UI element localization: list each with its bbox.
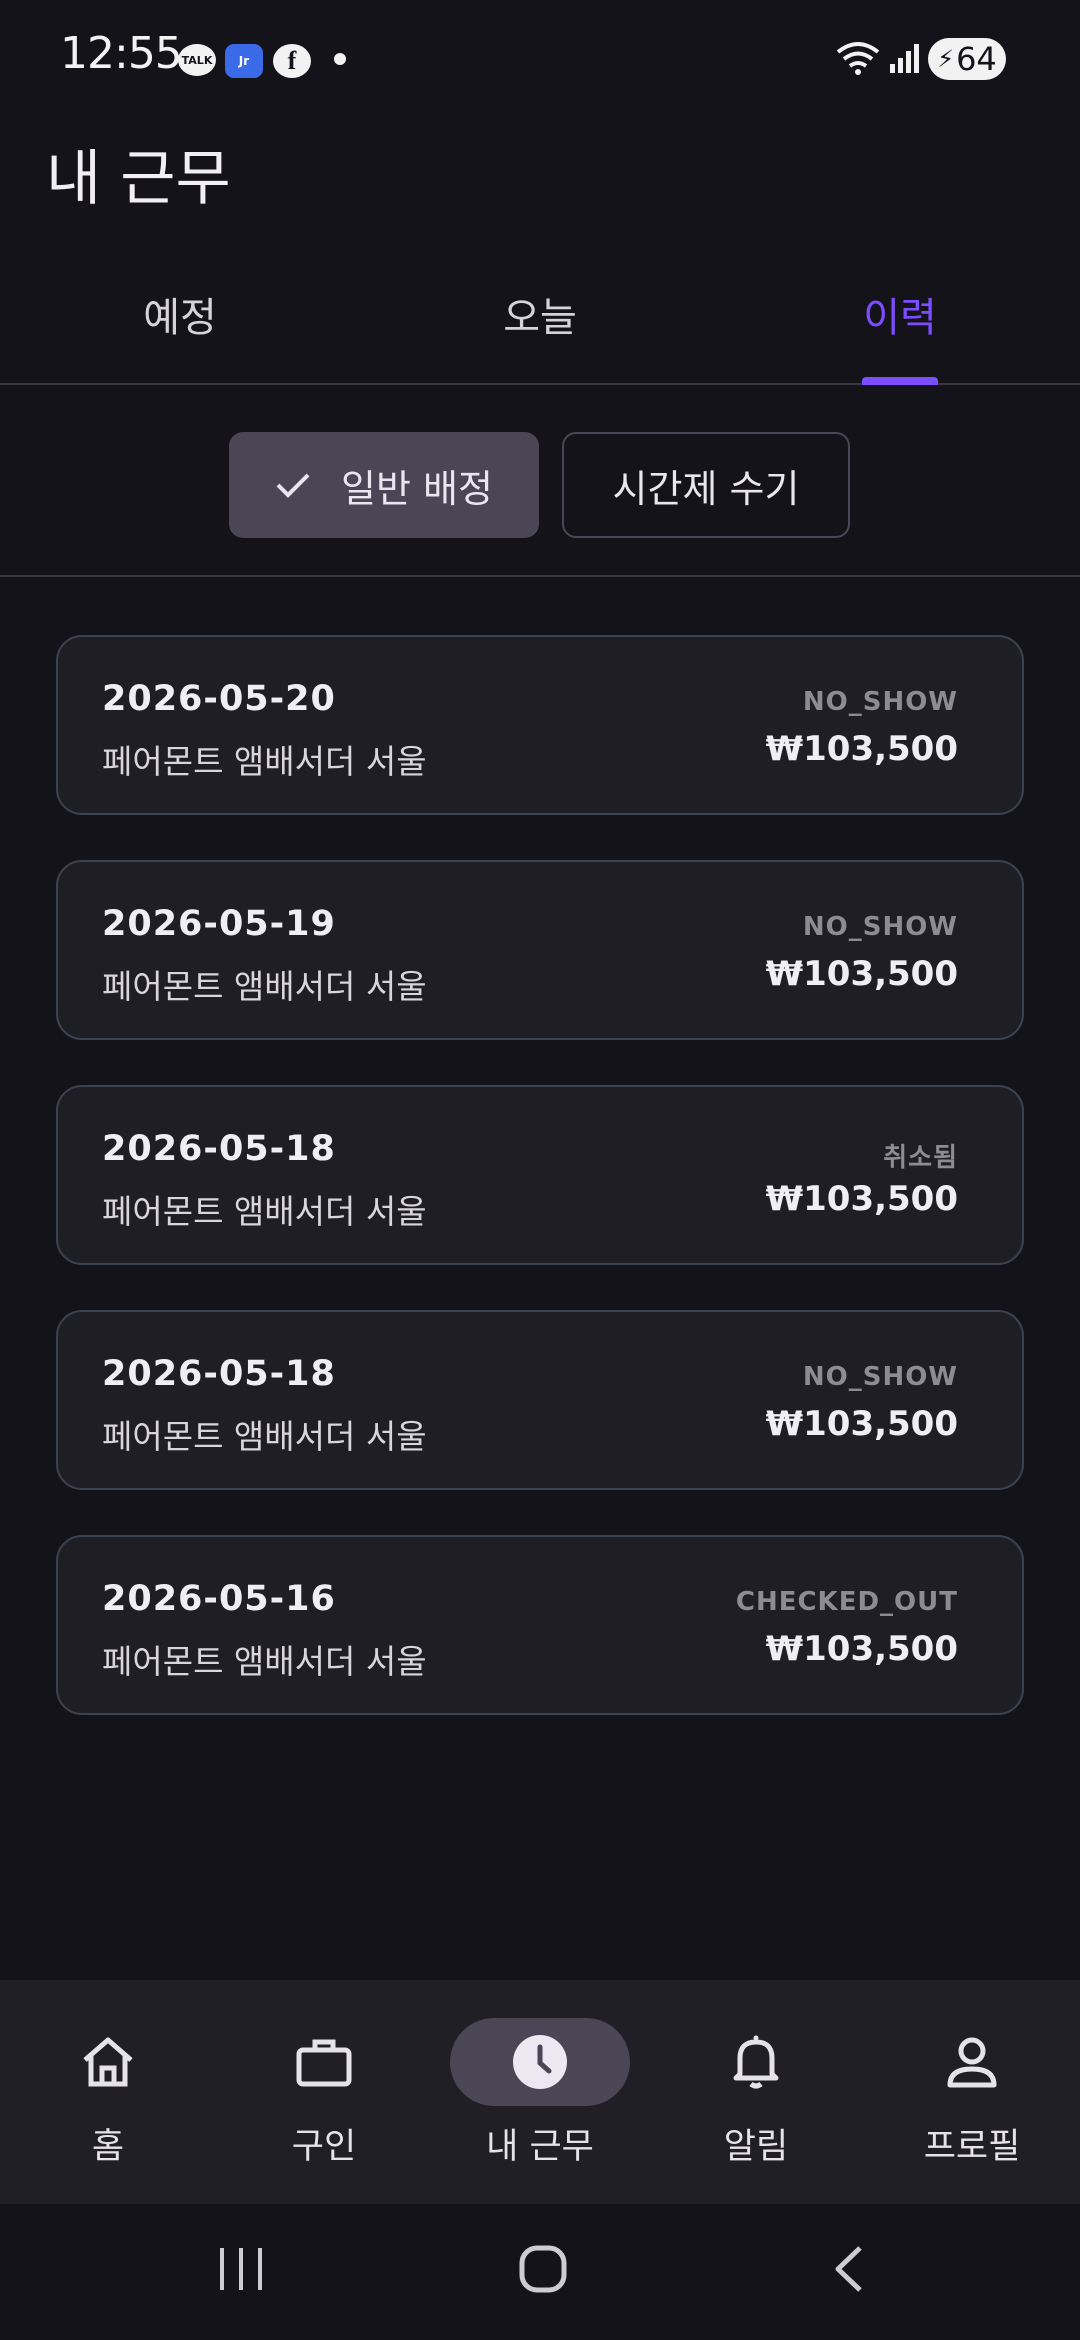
card-status: NO_SHOW bbox=[802, 1362, 958, 1392]
card-venue: 페어몬트 앰배서더 서울 bbox=[102, 742, 427, 781]
card-status: NO_SHOW bbox=[802, 687, 958, 717]
assignment-type-filter: 일반 배정 시간제 수기 bbox=[0, 385, 1080, 577]
check-icon bbox=[276, 473, 310, 498]
nav-home-pill bbox=[18, 2018, 198, 2106]
card-venue: 페어몬트 앰배서더 서울 bbox=[102, 1642, 427, 1681]
card-status: CHECKED_OUT bbox=[735, 1587, 958, 1617]
facebook-icon: f bbox=[273, 44, 311, 78]
battery-level: 64 bbox=[956, 40, 997, 78]
wifi-icon bbox=[836, 42, 880, 75]
nav-notifications-label: 알림 bbox=[723, 2127, 789, 2167]
history-card[interactable]: 2026-05-19 페어몬트 앰배서더 서울 NO_SHOW ₩103,500 bbox=[56, 860, 1024, 1040]
nav-my-work-pill bbox=[450, 2018, 630, 2106]
regular-assignment-label: 일반 배정 bbox=[341, 466, 493, 511]
nav-profile-label: 프로필 bbox=[923, 2127, 1021, 2167]
card-venue: 페어몬트 앰배서더 서울 bbox=[102, 1192, 427, 1231]
bottom-navigation: 홈 구인 내 근무 알림 프로필 bbox=[0, 1980, 1080, 2204]
nav-my-work[interactable]: 내 근무 bbox=[432, 2018, 648, 2169]
card-date: 2026-05-16 bbox=[102, 1579, 336, 1619]
nav-jobs-pill bbox=[234, 2018, 414, 2106]
home-icon bbox=[83, 2037, 133, 2087]
recent-apps-icon[interactable] bbox=[216, 2244, 266, 2294]
hourly-manual-label: 시간제 수기 bbox=[612, 466, 800, 511]
battery-indicator: ⚡ 64 bbox=[928, 38, 1006, 80]
screen: 12:55 TALK Jr f ⚡ 64 내 근무 예정 오늘 이력 일반 배정… bbox=[0, 0, 1080, 2340]
kakaotalk-icon: TALK bbox=[178, 44, 216, 76]
home-button-icon[interactable] bbox=[518, 2244, 568, 2294]
card-amount: ₩103,500 bbox=[765, 1179, 958, 1219]
nav-profile[interactable]: 프로필 bbox=[864, 2018, 1080, 2169]
card-amount: ₩103,500 bbox=[765, 954, 958, 994]
hourly-manual-chip[interactable]: 시간제 수기 bbox=[562, 432, 850, 538]
card-status: NO_SHOW bbox=[802, 912, 958, 942]
clock-icon bbox=[513, 2035, 567, 2089]
nav-home-label: 홈 bbox=[91, 2127, 125, 2167]
app-notification-icon: Jr bbox=[225, 44, 263, 78]
card-amount: ₩103,500 bbox=[765, 1404, 958, 1444]
status-time: 12:55 bbox=[60, 28, 183, 79]
tab-scheduled[interactable]: 예정 bbox=[0, 285, 360, 343]
nav-home[interactable]: 홈 bbox=[0, 2018, 216, 2169]
tab-history[interactable]: 이력 bbox=[720, 285, 1080, 343]
nav-jobs-label: 구인 bbox=[291, 2127, 357, 2167]
tab-bar: 예정 오늘 이력 bbox=[0, 255, 1080, 385]
system-navigation-bar bbox=[0, 2204, 1080, 2340]
nav-my-work-label: 내 근무 bbox=[486, 2127, 594, 2167]
history-card[interactable]: 2026-05-20 페어몬트 앰배서더 서울 NO_SHOW ₩103,500 bbox=[56, 635, 1024, 815]
card-amount: ₩103,500 bbox=[765, 729, 958, 769]
history-card[interactable]: 2026-05-16 페어몬트 앰배서더 서울 CHECKED_OUT ₩103… bbox=[56, 1535, 1024, 1715]
nav-notifications[interactable]: 알림 bbox=[648, 2018, 864, 2169]
more-notifications-dot-icon bbox=[334, 53, 346, 65]
person-icon bbox=[947, 2037, 997, 2088]
signal-icon bbox=[890, 44, 919, 73]
card-date: 2026-05-18 bbox=[102, 1129, 336, 1169]
history-card[interactable]: 2026-05-18 페어몬트 앰배서더 서울 취소됨 ₩103,500 bbox=[56, 1085, 1024, 1265]
status-bar: 12:55 TALK Jr f ⚡ 64 bbox=[0, 0, 1080, 115]
charging-bolt-icon: ⚡ bbox=[937, 45, 955, 73]
tab-today[interactable]: 오늘 bbox=[360, 285, 720, 343]
nav-notifications-pill bbox=[666, 2018, 846, 2106]
briefcase-icon bbox=[296, 2039, 352, 2087]
card-amount: ₩103,500 bbox=[765, 1629, 958, 1669]
back-icon[interactable] bbox=[826, 2244, 870, 2294]
nav-jobs[interactable]: 구인 bbox=[216, 2018, 432, 2169]
card-date: 2026-05-20 bbox=[102, 679, 336, 719]
card-date: 2026-05-19 bbox=[102, 904, 336, 944]
nav-profile-pill bbox=[882, 2018, 1062, 2106]
card-venue: 페어몬트 앰배서더 서울 bbox=[102, 967, 427, 1006]
card-status: 취소됨 bbox=[883, 1143, 958, 1173]
card-venue: 페어몬트 앰배서더 서울 bbox=[102, 1417, 427, 1456]
card-date: 2026-05-18 bbox=[102, 1354, 336, 1394]
history-card[interactable]: 2026-05-18 페어몬트 앰배서더 서울 NO_SHOW ₩103,500 bbox=[56, 1310, 1024, 1490]
page-title: 내 근무 bbox=[46, 144, 231, 214]
active-tab-indicator bbox=[862, 377, 938, 385]
regular-assignment-chip[interactable]: 일반 배정 bbox=[229, 432, 539, 538]
bell-icon bbox=[733, 2035, 779, 2089]
